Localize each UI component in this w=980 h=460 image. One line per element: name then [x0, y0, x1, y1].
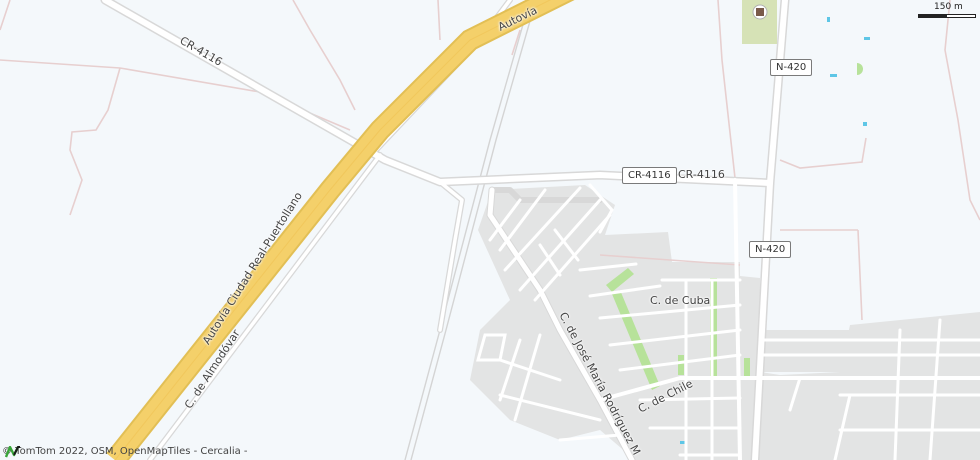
road-almodovar	[148, 153, 382, 460]
road-shield-n420-south: N-420	[749, 241, 792, 258]
park-strip-2	[744, 358, 750, 378]
map-attribution: © TomTom 2022, OSM, OpenMapTiles - Cerca…	[2, 446, 248, 458]
map-view[interactable]: Autovía CR-4116 CR-4116 Autovía Ciudad R…	[0, 0, 980, 460]
urban-area-east	[760, 330, 850, 372]
attribution-text: © TomTom 2022, OSM, OpenMapTiles - Cerca…	[2, 446, 248, 457]
cercalia-logo-icon[interactable]	[5, 446, 21, 458]
tracks	[0, 0, 980, 321]
road-shield-cr4116: CR-4116	[622, 167, 677, 184]
scale-bar-graphic	[918, 14, 976, 18]
park-strip-3	[678, 355, 684, 375]
scale-label: 150 m	[934, 2, 963, 12]
road-shield-n420-north: N-420	[770, 59, 813, 76]
road-cr4116	[102, 0, 773, 186]
label-calle-cuba: C. de Cuba	[650, 294, 711, 307]
label-cr4116-east: CR-4116	[678, 168, 725, 181]
map-canvas	[0, 0, 980, 460]
cemetery-icon	[752, 4, 768, 20]
scale-bar: 150 m	[918, 2, 976, 19]
park-small	[857, 63, 863, 75]
